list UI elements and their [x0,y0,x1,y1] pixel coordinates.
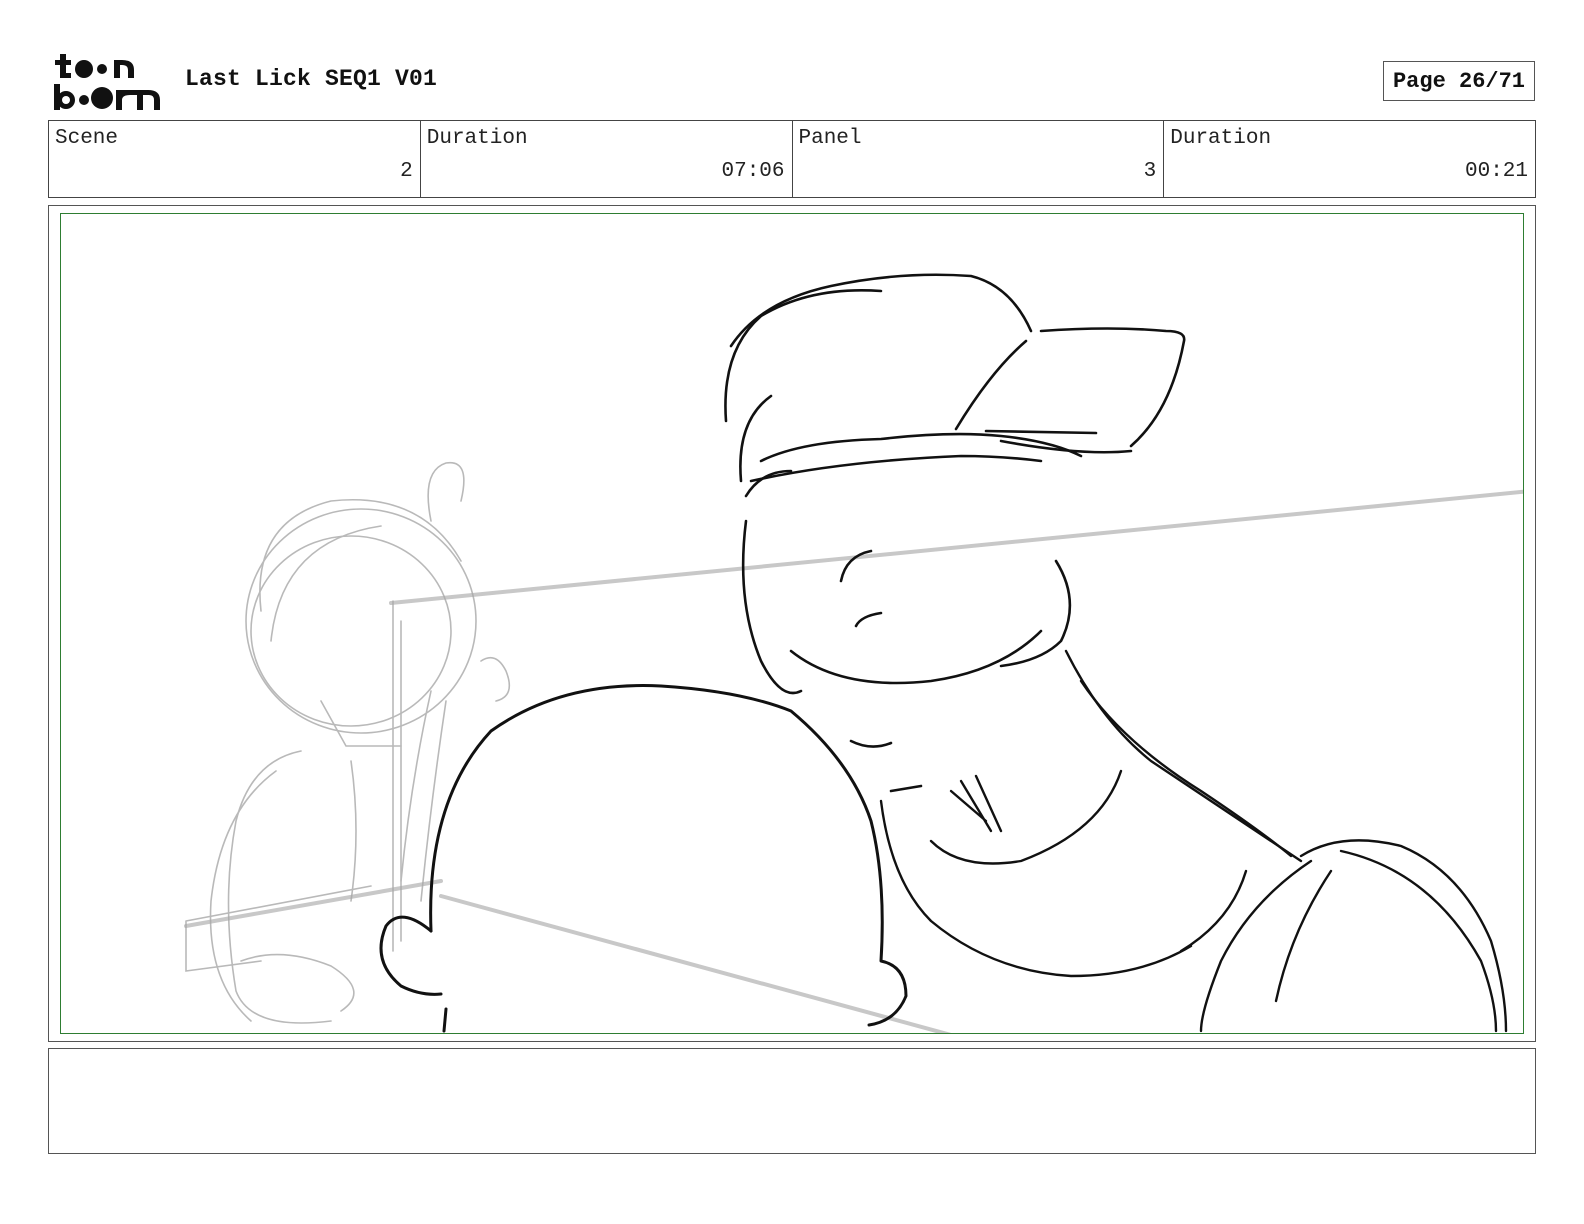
scene-duration-value: 07:06 [721,160,785,183]
panel-value: 3 [1143,160,1157,183]
scene-duration-label: Duration [426,127,528,150]
scene-info-table: Scene 2 Duration 07:06 Panel 3 Duration … [48,120,1536,198]
page-label: Page 26/71 [1392,68,1526,94]
panel-label: Panel [798,127,862,150]
scene-label: Scene [55,127,119,150]
panel-duration-cell: Duration 00:21 [1164,121,1535,197]
panel-notes-box [48,1048,1536,1154]
scene-cell: Scene 2 [49,121,421,197]
panel-duration-label: Duration [1170,127,1272,150]
toon-boom-logo [52,52,164,112]
panel-duration-value: 00:21 [1464,160,1528,183]
storyboard-panel [60,213,1524,1034]
scene-duration-cell: Duration 07:06 [421,121,793,197]
page-indicator: Page 26/71 [1383,61,1535,101]
scene-value: 2 [400,160,413,183]
storyboard-sketch-image [184,273,1523,1033]
document-title: Last Lick SEQ1 V01 [185,66,438,92]
panel-cell: Panel 3 [793,121,1165,197]
